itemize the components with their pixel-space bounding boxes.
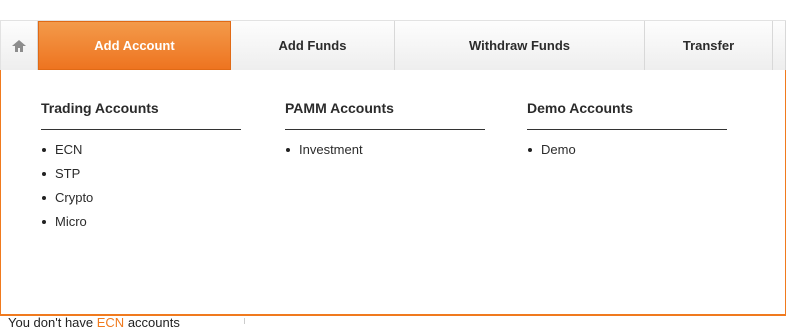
menu-item-ecn[interactable]: ECN <box>41 138 241 162</box>
add-account-dropdown: Trading Accounts ECN STP Crypto Micro PA… <box>0 70 786 316</box>
main-nav: Add Account Add Funds Withdraw Funds Tra… <box>0 20 786 70</box>
notice-ecn-link[interactable]: ECN <box>97 315 124 330</box>
tab-add-funds[interactable]: Add Funds <box>231 21 395 70</box>
column-title: Trading Accounts <box>41 100 241 130</box>
accounts-notice: You don't have ECN accounts <box>8 316 180 330</box>
content-divider <box>244 318 245 324</box>
home-tab[interactable] <box>0 21 38 70</box>
trading-accounts-list: ECN STP Crypto Micro <box>41 138 241 234</box>
tab-add-account[interactable]: Add Account <box>38 21 231 70</box>
notice-prefix: You don't have <box>8 315 97 330</box>
column-title: Demo Accounts <box>527 100 727 130</box>
menu-item-micro[interactable]: Micro <box>41 210 241 234</box>
top-spacer <box>0 0 786 20</box>
home-icon <box>12 39 26 52</box>
tab-withdraw-funds[interactable]: Withdraw Funds <box>395 21 645 70</box>
demo-accounts-column: Demo Accounts Demo <box>527 100 727 162</box>
trading-accounts-column: Trading Accounts ECN STP Crypto Micro <box>41 100 241 234</box>
menu-item-crypto[interactable]: Crypto <box>41 186 241 210</box>
menu-item-investment[interactable]: Investment <box>285 138 485 162</box>
tab-overflow <box>773 21 786 70</box>
tab-transfer[interactable]: Transfer <box>645 21 773 70</box>
pamm-accounts-column: PAMM Accounts Investment <box>285 100 485 162</box>
notice-suffix: accounts <box>124 315 180 330</box>
menu-item-stp[interactable]: STP <box>41 162 241 186</box>
pamm-accounts-list: Investment <box>285 138 485 162</box>
demo-accounts-list: Demo <box>527 138 727 162</box>
column-title: PAMM Accounts <box>285 100 485 130</box>
menu-item-demo[interactable]: Demo <box>527 138 727 162</box>
